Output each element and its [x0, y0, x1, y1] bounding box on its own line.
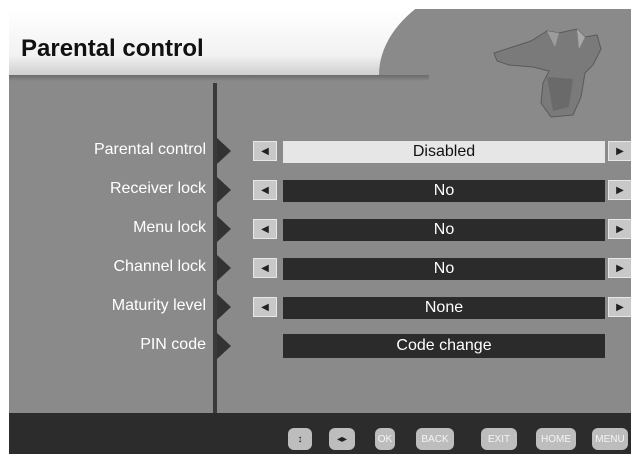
row-pointer-icon: [217, 255, 231, 281]
arrow-left-icon[interactable]: ◀: [253, 219, 277, 239]
home-key[interactable]: HOME: [536, 428, 576, 450]
setting-label: Receiver lock: [109, 180, 206, 197]
setting-value[interactable]: Disabled: [283, 141, 605, 163]
arrow-left-icon[interactable]: ◀: [253, 258, 277, 278]
arrow-left-icon[interactable]: ◀: [253, 297, 277, 317]
parental-control-screen: Parental control ↕ ◂▸ OK BACK EXIT HOME …: [9, 9, 631, 454]
column-separator: [213, 83, 217, 413]
setting-value[interactable]: Code change: [283, 334, 605, 358]
updown-key[interactable]: ↕: [288, 428, 312, 450]
setting-label: PIN code: [140, 336, 206, 353]
setting-value[interactable]: None: [283, 297, 605, 319]
row-pointer-icon: [217, 333, 231, 359]
back-key[interactable]: BACK: [416, 428, 454, 450]
setting-label: Menu lock: [133, 219, 206, 236]
hand-key-icon: [493, 28, 602, 118]
setting-row[interactable]: Menu lock ◀ ▶ No: [9, 216, 631, 242]
setting-row[interactable]: Receiver lock ◀ ▶ No: [9, 177, 631, 203]
setting-row[interactable]: Parental control ◀ ▶ Disabled: [9, 138, 631, 164]
arrow-right-icon[interactable]: ▶: [608, 180, 631, 200]
setting-value[interactable]: No: [283, 219, 605, 241]
footer-bar: ↕ ◂▸ OK BACK EXIT HOME MENU: [9, 413, 631, 454]
arrow-right-icon[interactable]: ▶: [608, 258, 631, 278]
header-shadow: [9, 75, 429, 81]
setting-row[interactable]: PIN code Code change: [9, 333, 631, 359]
row-pointer-icon: [217, 138, 231, 164]
setting-row[interactable]: Maturity level ◀ ▶ None: [9, 294, 631, 320]
setting-label: Maturity level: [111, 297, 206, 314]
setting-label: Channel lock: [113, 258, 207, 275]
setting-value[interactable]: No: [283, 258, 605, 280]
leftright-key[interactable]: ◂▸: [329, 428, 355, 450]
arrow-left-icon[interactable]: ◀: [253, 180, 277, 200]
arrow-right-icon[interactable]: ▶: [608, 297, 631, 317]
page-title: Parental control: [21, 35, 204, 62]
setting-row[interactable]: Channel lock ◀ ▶ No: [9, 255, 631, 281]
menu-key[interactable]: MENU: [592, 428, 628, 450]
setting-value[interactable]: No: [283, 180, 605, 202]
arrow-right-icon[interactable]: ▶: [608, 219, 631, 239]
arrow-left-icon[interactable]: ◀: [253, 141, 277, 161]
exit-key[interactable]: EXIT: [481, 428, 517, 450]
row-pointer-icon: [217, 177, 231, 203]
row-pointer-icon: [217, 294, 231, 320]
row-pointer-icon: [217, 216, 231, 242]
setting-label: Parental control: [93, 141, 206, 158]
arrow-right-icon[interactable]: ▶: [608, 141, 631, 161]
ok-key[interactable]: OK: [375, 428, 395, 450]
